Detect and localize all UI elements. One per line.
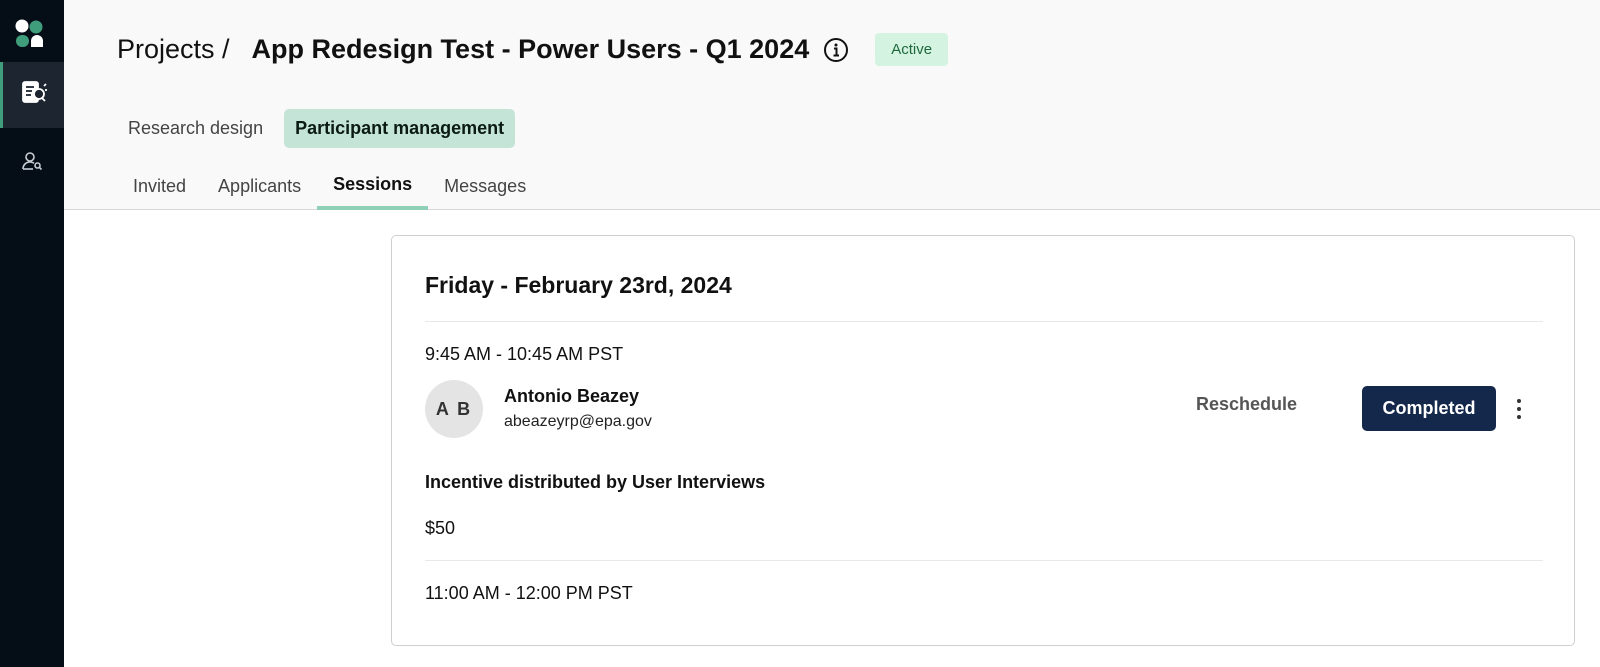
incentive-amount: $50 bbox=[425, 518, 456, 538]
app-logo[interactable] bbox=[14, 18, 46, 50]
info-icon[interactable] bbox=[823, 37, 849, 63]
sidebar-item-research[interactable] bbox=[0, 62, 64, 128]
page-title: App Redesign Test - Power Users - Q1 202… bbox=[251, 34, 810, 64]
session-time: 9:45 AM - 10:45 AM PST bbox=[425, 344, 624, 364]
tab-messages[interactable]: Messages bbox=[428, 168, 542, 210]
mode-tabs: Research design Participant management bbox=[117, 109, 525, 148]
breadcrumb-projects-link[interactable]: Projects / bbox=[117, 34, 230, 65]
sub-tabs: Invited Applicants Sessions Messages bbox=[117, 168, 542, 210]
incentive-label: Incentive distributed by User Interviews bbox=[425, 472, 766, 492]
tab-participant-management[interactable]: Participant management bbox=[284, 109, 516, 148]
session-date-heading: Friday - February 23rd, 2024 bbox=[425, 272, 732, 298]
reschedule-button[interactable]: Reschedule bbox=[1196, 394, 1297, 415]
status-badge: Active bbox=[875, 33, 949, 66]
sidebar-item-participants[interactable] bbox=[0, 130, 64, 196]
tab-applicants[interactable]: Applicants bbox=[202, 168, 317, 210]
user-search-icon bbox=[20, 149, 44, 178]
breadcrumb: Projects / App Redesign Test - Power Use… bbox=[117, 33, 949, 66]
sidebar bbox=[0, 0, 64, 667]
session-day-card: Friday - February 23rd, 2024 9:45 AM - 1… bbox=[391, 235, 1575, 646]
tab-research-design[interactable]: Research design bbox=[117, 109, 274, 148]
divider bbox=[425, 560, 1543, 561]
tab-sessions[interactable]: Sessions bbox=[317, 168, 429, 210]
completed-button[interactable]: Completed bbox=[1362, 386, 1496, 431]
divider bbox=[425, 321, 1543, 322]
session-time: 11:00 AM - 12:00 PM PST bbox=[425, 583, 633, 603]
tab-invited[interactable]: Invited bbox=[117, 168, 202, 210]
avatar: A B bbox=[425, 380, 483, 438]
participant-name: Antonio Beazey bbox=[504, 386, 640, 406]
participant-email: abeazeyrp@epa.gov bbox=[504, 413, 652, 430]
more-vertical-icon[interactable] bbox=[1509, 393, 1529, 425]
research-report-icon bbox=[20, 79, 48, 112]
